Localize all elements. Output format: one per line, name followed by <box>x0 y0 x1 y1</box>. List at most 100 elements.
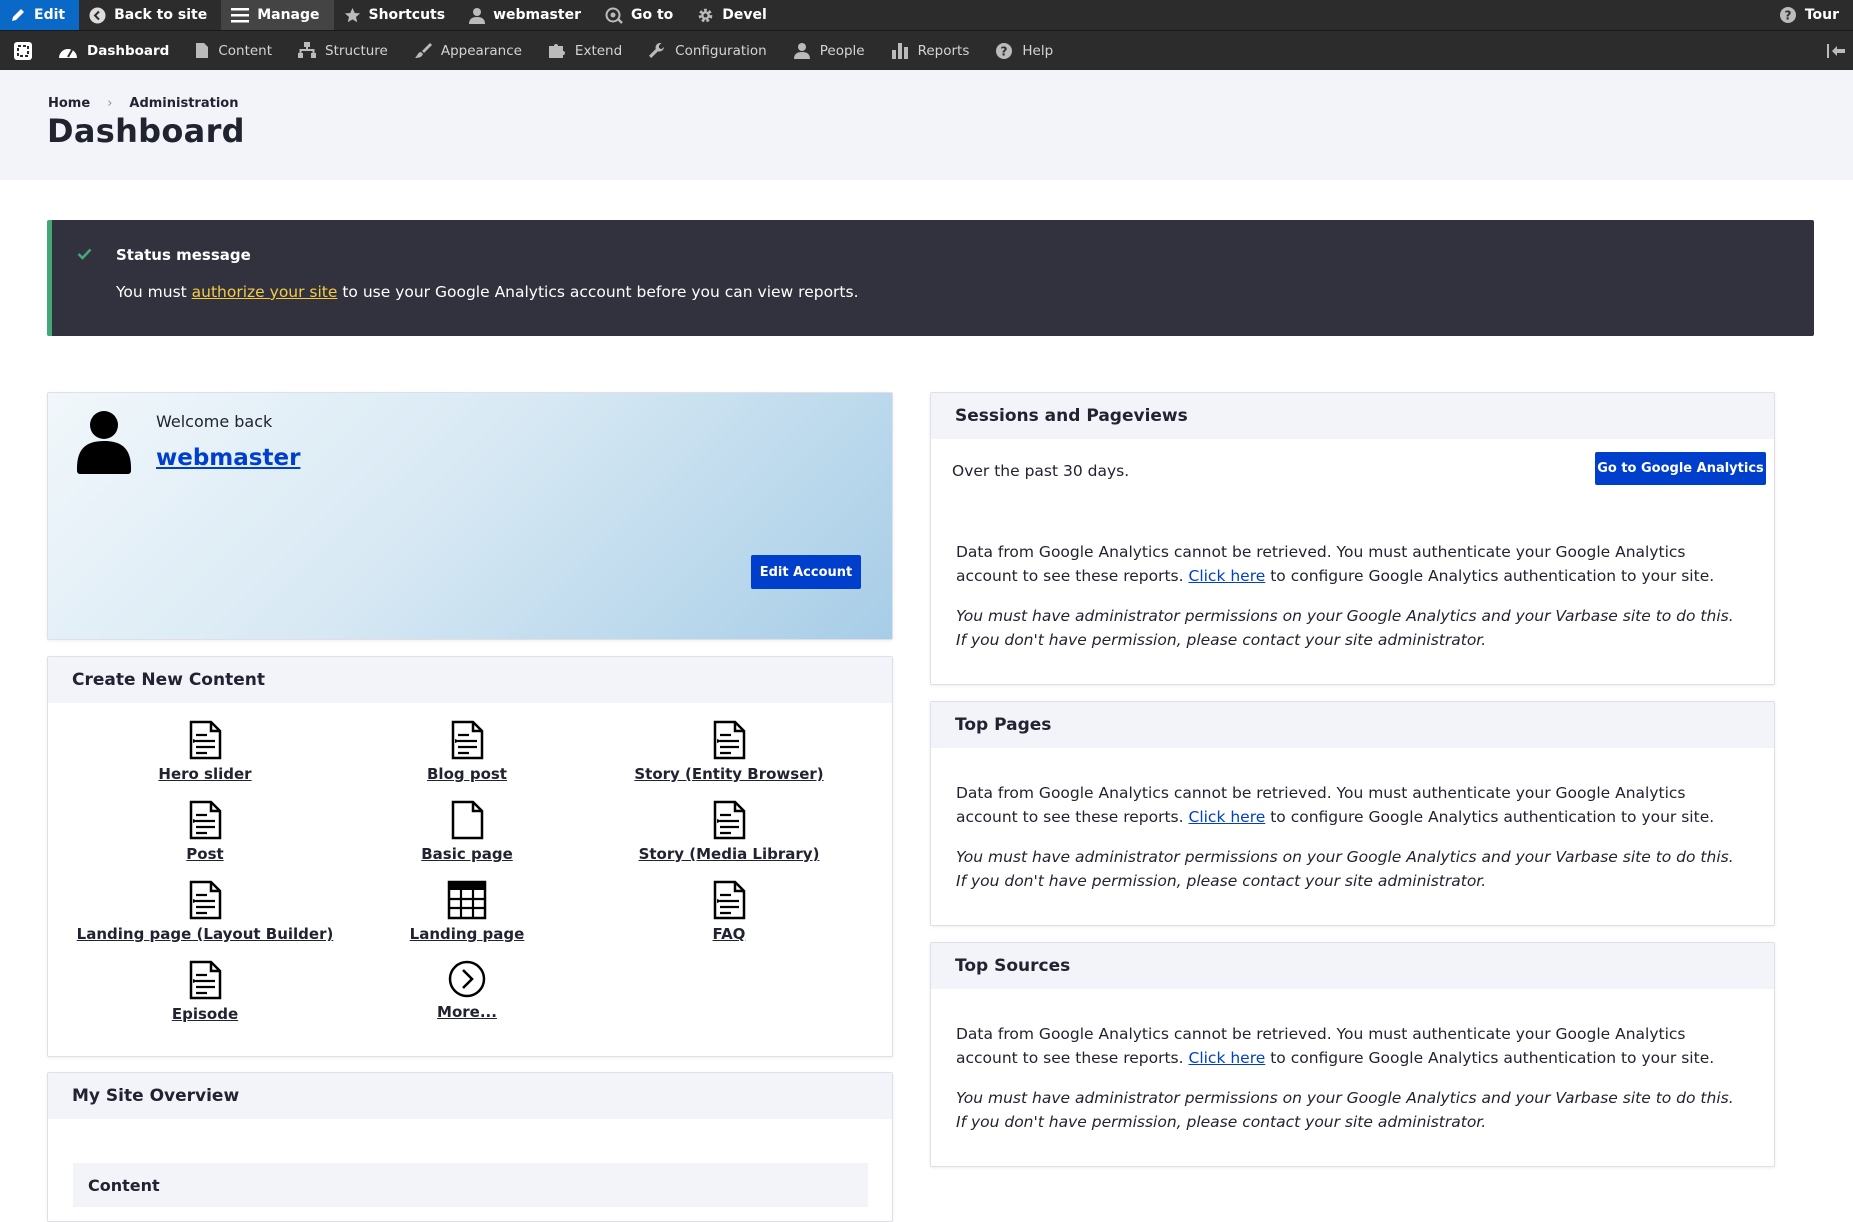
content-type-label[interactable]: Episode <box>74 1005 336 1023</box>
content-page-icon <box>195 42 218 59</box>
page-title: Dashboard <box>47 112 245 150</box>
menu-appearance[interactable]: Appearance <box>402 31 536 71</box>
tour-button[interactable]: ? Tour <box>1769 0 1853 30</box>
content-type-story-media-library[interactable]: Story (Media Library) <box>598 800 860 863</box>
welcome-greeting: Welcome back <box>156 412 273 431</box>
back-arrow-icon <box>89 7 114 24</box>
edit-button[interactable]: Edit <box>0 0 80 30</box>
content-type-label[interactable]: Landing page <box>336 925 598 943</box>
breadcrumb: Home › Administration <box>48 96 238 111</box>
document-icon <box>74 800 336 840</box>
top-pages-card: Top Pages Data from Google Analytics can… <box>930 701 1775 926</box>
star-icon <box>344 7 369 24</box>
content-type-label[interactable]: Hero slider <box>74 765 336 783</box>
content-type-hero-slider[interactable]: Hero slider <box>74 720 336 783</box>
menu-dashboard[interactable]: Dashboard <box>46 31 183 71</box>
manage-tab[interactable]: Manage <box>221 0 334 30</box>
avatar <box>75 410 133 474</box>
page-header-region <box>0 70 1853 180</box>
wrench-icon <box>648 42 675 59</box>
site-overview-card: My Site Overview Content <box>47 1072 893 1222</box>
authorize-site-link[interactable]: authorize your site <box>192 283 338 301</box>
ga-permission-note: You must have administrator permissions … <box>956 848 1734 890</box>
content-type-label[interactable]: Post <box>74 845 336 863</box>
user-tab[interactable]: webmaster <box>459 0 595 30</box>
content-type-label[interactable]: Blog post <box>336 765 598 783</box>
devel-tab[interactable]: Devel <box>687 0 781 30</box>
shortcuts-tab[interactable]: Shortcuts <box>334 0 460 30</box>
username-link[interactable]: webmaster <box>156 445 300 471</box>
menu-people[interactable]: People <box>781 31 879 71</box>
click-here-link[interactable]: Click here <box>1189 1049 1266 1067</box>
content-type-label[interactable]: Landing page (Layout Builder) <box>74 925 336 943</box>
puzzle-icon <box>548 42 575 59</box>
sessions-period: Over the past 30 days. <box>952 462 1130 480</box>
click-here-link[interactable]: Click here <box>1189 808 1266 826</box>
menu-appearance-label: Appearance <box>440 42 522 59</box>
table-icon <box>336 880 598 920</box>
tour-label: Tour <box>1804 7 1839 23</box>
menu-configuration[interactable]: Configuration <box>636 31 781 71</box>
breadcrumb-administration[interactable]: Administration <box>129 96 238 111</box>
back-to-site-link[interactable]: Back to site <box>79 0 221 30</box>
menu-structure[interactable]: Structure <box>286 31 402 71</box>
menu-help[interactable]: ? Help <box>983 31 1067 71</box>
ga-error-text: Data from Google Analytics cannot be ret… <box>956 540 1746 588</box>
goto-tab[interactable]: Go to <box>595 0 687 30</box>
content-type-label[interactable]: More... <box>336 1003 598 1021</box>
content-type-story-entity-browser[interactable]: Story (Entity Browser) <box>598 720 860 783</box>
back-to-site-label: Back to site <box>114 7 208 23</box>
document-icon <box>598 720 860 760</box>
click-here-link[interactable]: Click here <box>1189 567 1266 585</box>
content-type-episode[interactable]: Episode <box>74 960 336 1023</box>
ga-error-after: to configure Google Analytics authentica… <box>1265 1049 1715 1067</box>
content-type-label[interactable]: Basic page <box>336 845 598 863</box>
ga-error-after: to configure Google Analytics authentica… <box>1265 808 1715 826</box>
menu-reports[interactable]: Reports <box>879 31 984 71</box>
people-icon <box>793 42 820 59</box>
manage-label: Manage <box>257 7 320 23</box>
document-icon <box>74 720 336 760</box>
status-text-after: to use your Google Analytics account bef… <box>337 283 859 301</box>
content-type-label[interactable]: Story (Media Library) <box>598 845 860 863</box>
gear-icon <box>697 7 722 24</box>
menu-configuration-label: Configuration <box>675 42 767 59</box>
breadcrumb-separator: › <box>107 96 113 111</box>
user-label: webmaster <box>493 7 581 23</box>
go-to-google-analytics-button[interactable]: Go to Google Analytics <box>1595 452 1766 485</box>
menu-extend[interactable]: Extend <box>536 31 636 71</box>
content-type-landing-page[interactable]: Landing page <box>336 880 598 943</box>
collapse-tray-button[interactable] <box>1823 31 1849 71</box>
hamburger-icon <box>231 7 257 23</box>
user-icon <box>469 7 493 24</box>
top-sources-card: Top Sources Data from Google Analytics c… <box>930 942 1775 1167</box>
help-circle-icon: ? <box>1779 6 1805 24</box>
devel-label: Devel <box>722 7 767 23</box>
bar-chart-icon <box>891 42 918 59</box>
pencil-icon <box>10 7 34 23</box>
content-type-faq[interactable]: FAQ <box>598 880 860 943</box>
dashboard-gauge-icon <box>58 43 87 59</box>
content-type-landing-page-layout-builder[interactable]: Landing page (Layout Builder) <box>74 880 336 943</box>
content-type-post[interactable]: Post <box>74 800 336 863</box>
ga-permission-note: You must have administrator permissions … <box>956 1089 1734 1131</box>
overview-content-heading: Content <box>73 1163 868 1207</box>
create-content-title: Create New Content <box>48 657 892 703</box>
ga-error-text: Data from Google Analytics cannot be ret… <box>956 781 1746 829</box>
content-type-label[interactable]: FAQ <box>598 925 860 943</box>
content-type-blog-post[interactable]: Blog post <box>336 720 598 783</box>
content-type-basic-page[interactable]: Basic page <box>336 800 598 863</box>
edit-label: Edit <box>34 7 66 23</box>
logo-icon <box>13 41 33 61</box>
content-type-label[interactable]: Story (Entity Browser) <box>598 765 860 783</box>
edit-account-button[interactable]: Edit Account <box>751 555 861 589</box>
content-type-more[interactable]: More... <box>336 960 598 1021</box>
breadcrumb-home[interactable]: Home <box>48 96 90 111</box>
menu-content[interactable]: Content <box>183 31 286 71</box>
document-icon <box>336 720 598 760</box>
menu-reports-label: Reports <box>917 42 970 59</box>
status-message: Status message You must authorize your s… <box>47 220 1814 336</box>
create-content-card: Create New Content Hero slider Blog post S… <box>47 656 893 1057</box>
menu-dashboard-label: Dashboard <box>87 42 170 59</box>
site-logo[interactable] <box>0 31 46 71</box>
